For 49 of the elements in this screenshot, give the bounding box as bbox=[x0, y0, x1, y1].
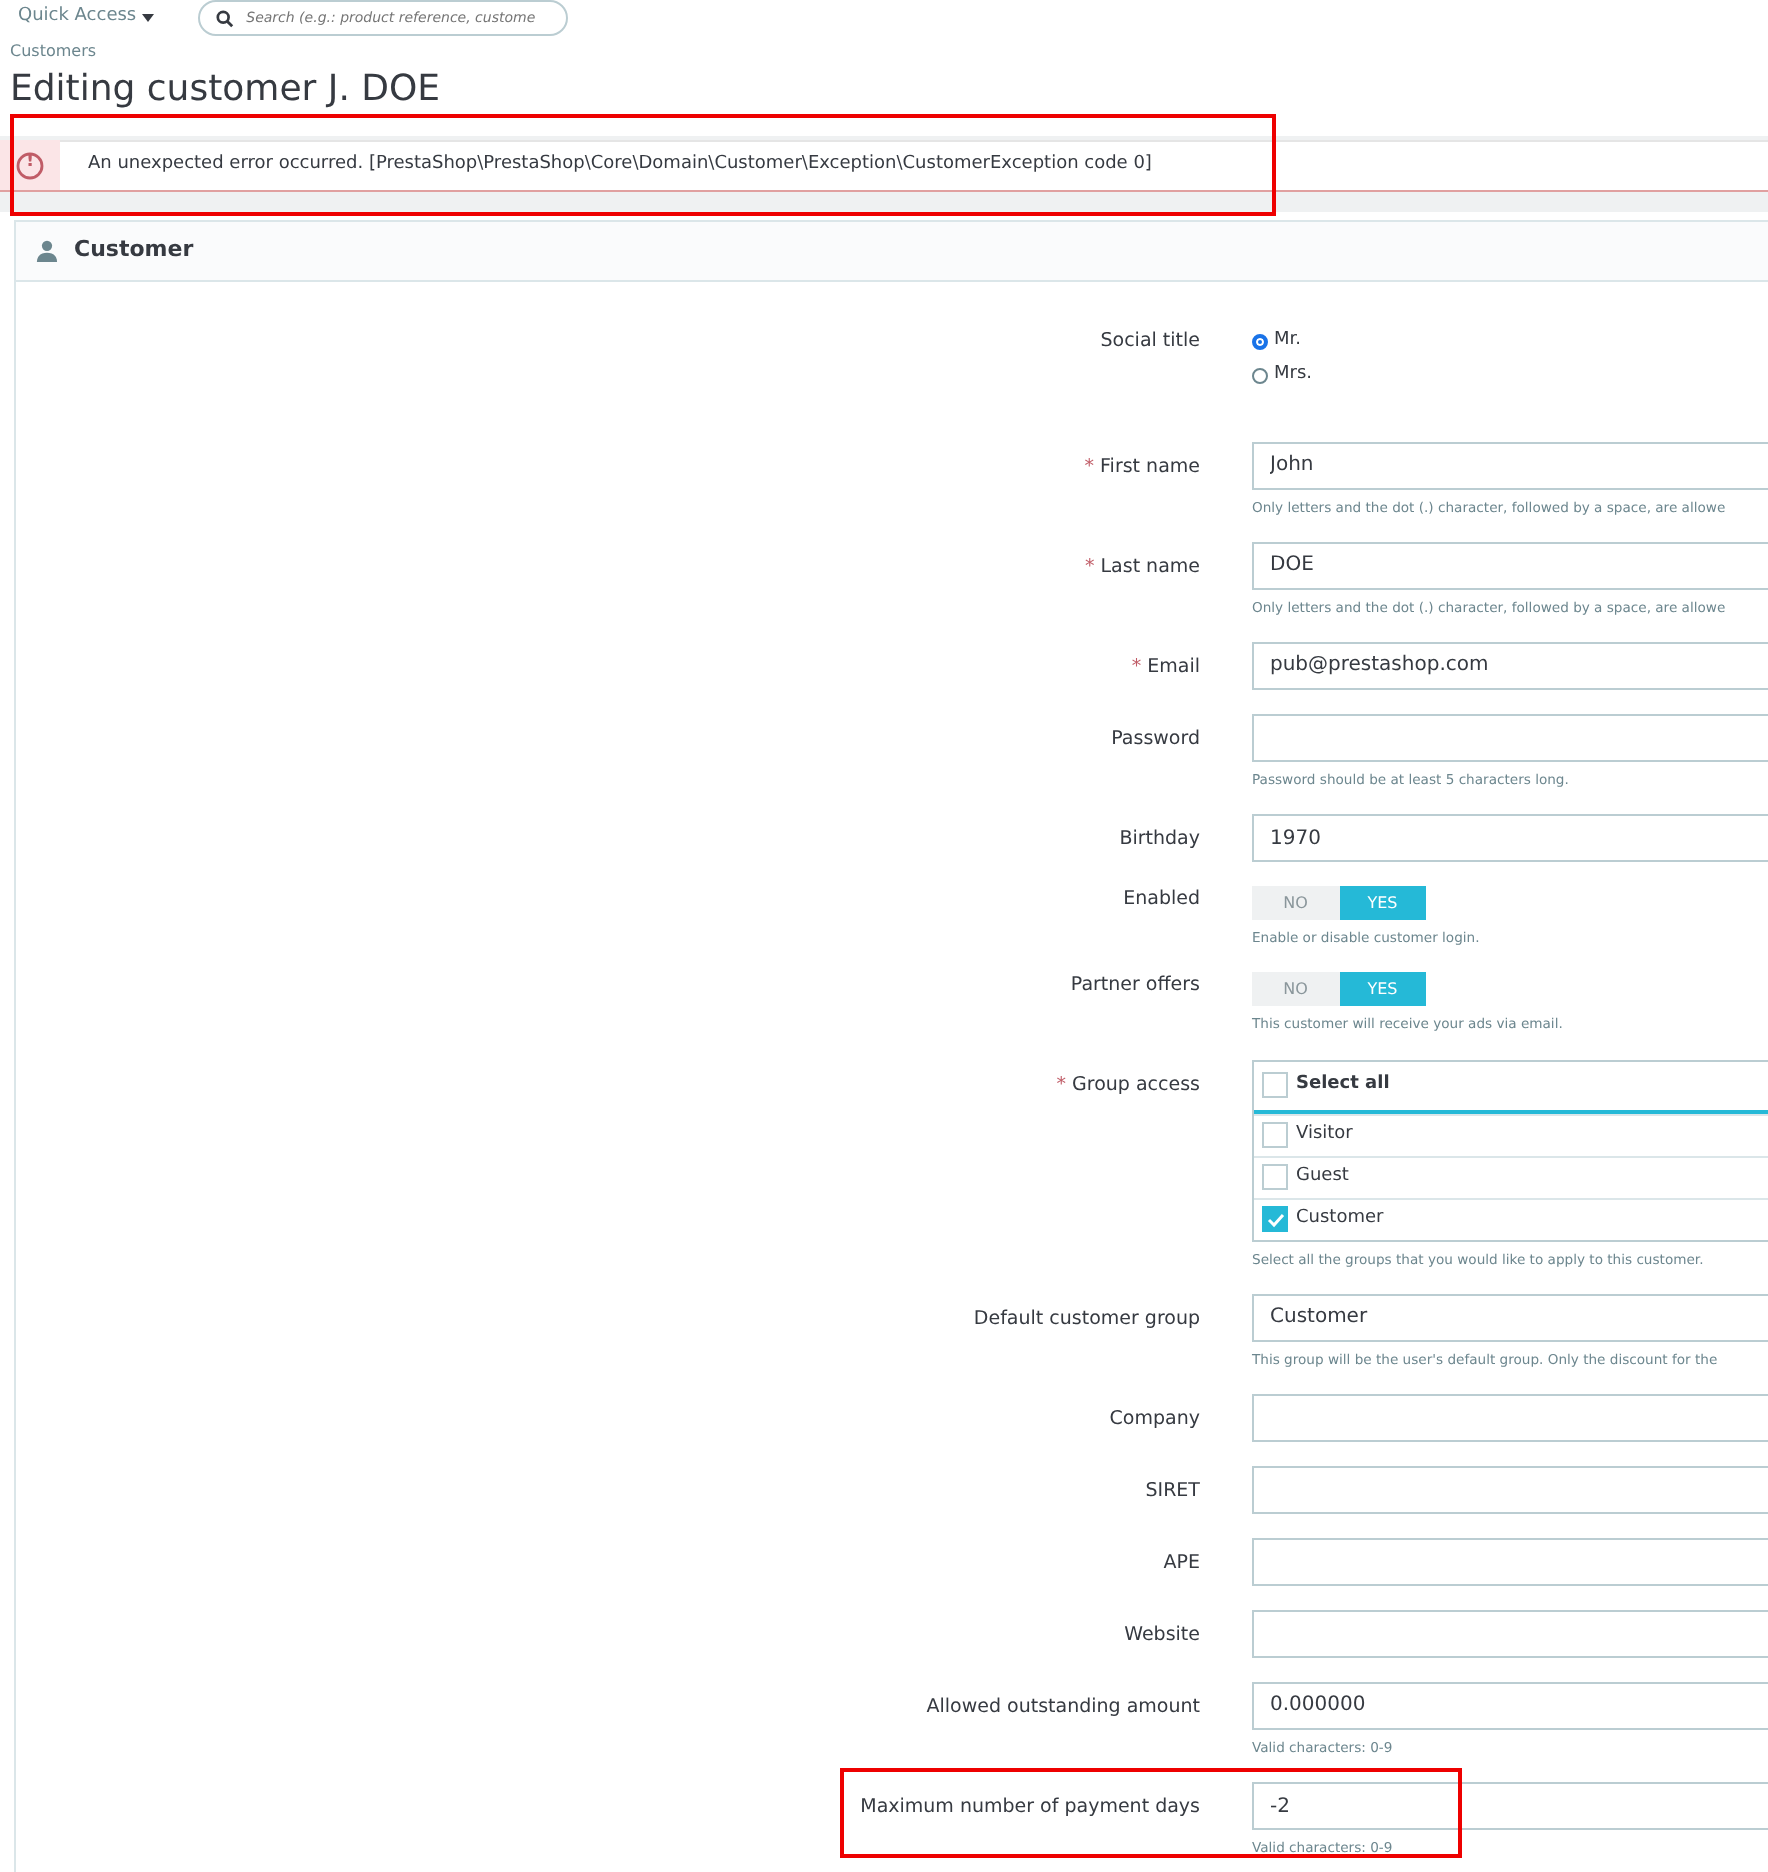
input-field[interactable] bbox=[1252, 1465, 1768, 1514]
input-field[interactable] bbox=[1252, 1393, 1768, 1442]
input-field[interactable]: 1970 bbox=[1252, 814, 1768, 863]
field-label: SIRET bbox=[1143, 1477, 1200, 1506]
field-label: Default customer group bbox=[971, 1305, 1200, 1334]
field-label: Allowed outstanding amount bbox=[924, 1693, 1200, 1722]
field-label: Enabled bbox=[1121, 886, 1200, 915]
radio-dot[interactable] bbox=[1252, 368, 1268, 385]
error-message: An unexpected error occurred. [PrestaShop\PrestaShop\Core\Domain\Customer\Exception\CustomerException code 0] bbox=[86, 151, 1152, 178]
input-field[interactable]: -2 bbox=[1252, 1782, 1768, 1831]
caret-icon bbox=[142, 14, 155, 22]
field-label: Website bbox=[1122, 1621, 1200, 1650]
input-field[interactable]: DOE bbox=[1252, 541, 1768, 590]
field-label: Social title bbox=[1098, 327, 1200, 356]
error-icon bbox=[16, 151, 44, 180]
breadcrumb-link[interactable]: Customers bbox=[10, 40, 1768, 64]
checkbox[interactable] bbox=[1262, 1122, 1288, 1149]
input-field[interactable]: 0.000000 bbox=[1252, 1681, 1768, 1730]
checkbox[interactable] bbox=[1262, 1072, 1288, 1099]
field-label: APE bbox=[1161, 1549, 1200, 1578]
radio-option[interactable]: Mrs. bbox=[1252, 359, 1768, 394]
input-field[interactable]: pub@prestashop.com bbox=[1252, 641, 1768, 690]
field-label: * Last name bbox=[1083, 553, 1200, 582]
checkbox-row[interactable]: Visitor bbox=[1254, 1113, 1768, 1156]
field-label: * First name bbox=[1082, 453, 1200, 482]
input-field[interactable]: Customer bbox=[1252, 1293, 1768, 1342]
field-label: Partner offers bbox=[1068, 972, 1200, 1001]
input-field[interactable] bbox=[1252, 1609, 1768, 1658]
quick-access-menu[interactable]: Quick Access bbox=[18, 4, 155, 32]
panel-title: Customer bbox=[74, 233, 194, 266]
search-icon bbox=[216, 10, 235, 28]
field-label: Birthday bbox=[1117, 826, 1200, 855]
radio-option[interactable]: Mr. bbox=[1252, 325, 1768, 360]
checkbox[interactable] bbox=[1262, 1206, 1288, 1233]
field-label: Password bbox=[1109, 725, 1200, 754]
check-icon bbox=[1265, 1209, 1285, 1230]
user-icon bbox=[36, 239, 58, 262]
input-field[interactable] bbox=[1252, 1537, 1768, 1586]
input-field[interactable] bbox=[1252, 713, 1768, 762]
checkbox-row[interactable]: Guest bbox=[1254, 1155, 1768, 1198]
select-all-row[interactable]: Select all bbox=[1254, 1061, 1768, 1114]
field-label: * Email bbox=[1129, 653, 1200, 682]
field-label: * Group access bbox=[1054, 1071, 1200, 1100]
field-label: Maximum number of payment days bbox=[858, 1794, 1200, 1823]
checkbox[interactable] bbox=[1262, 1164, 1288, 1191]
page-title: Editing customer J. DOE bbox=[10, 68, 443, 112]
radio-dot[interactable] bbox=[1252, 334, 1268, 351]
checkbox-row[interactable]: Customer bbox=[1254, 1197, 1768, 1240]
field-label: Company bbox=[1107, 1405, 1200, 1434]
